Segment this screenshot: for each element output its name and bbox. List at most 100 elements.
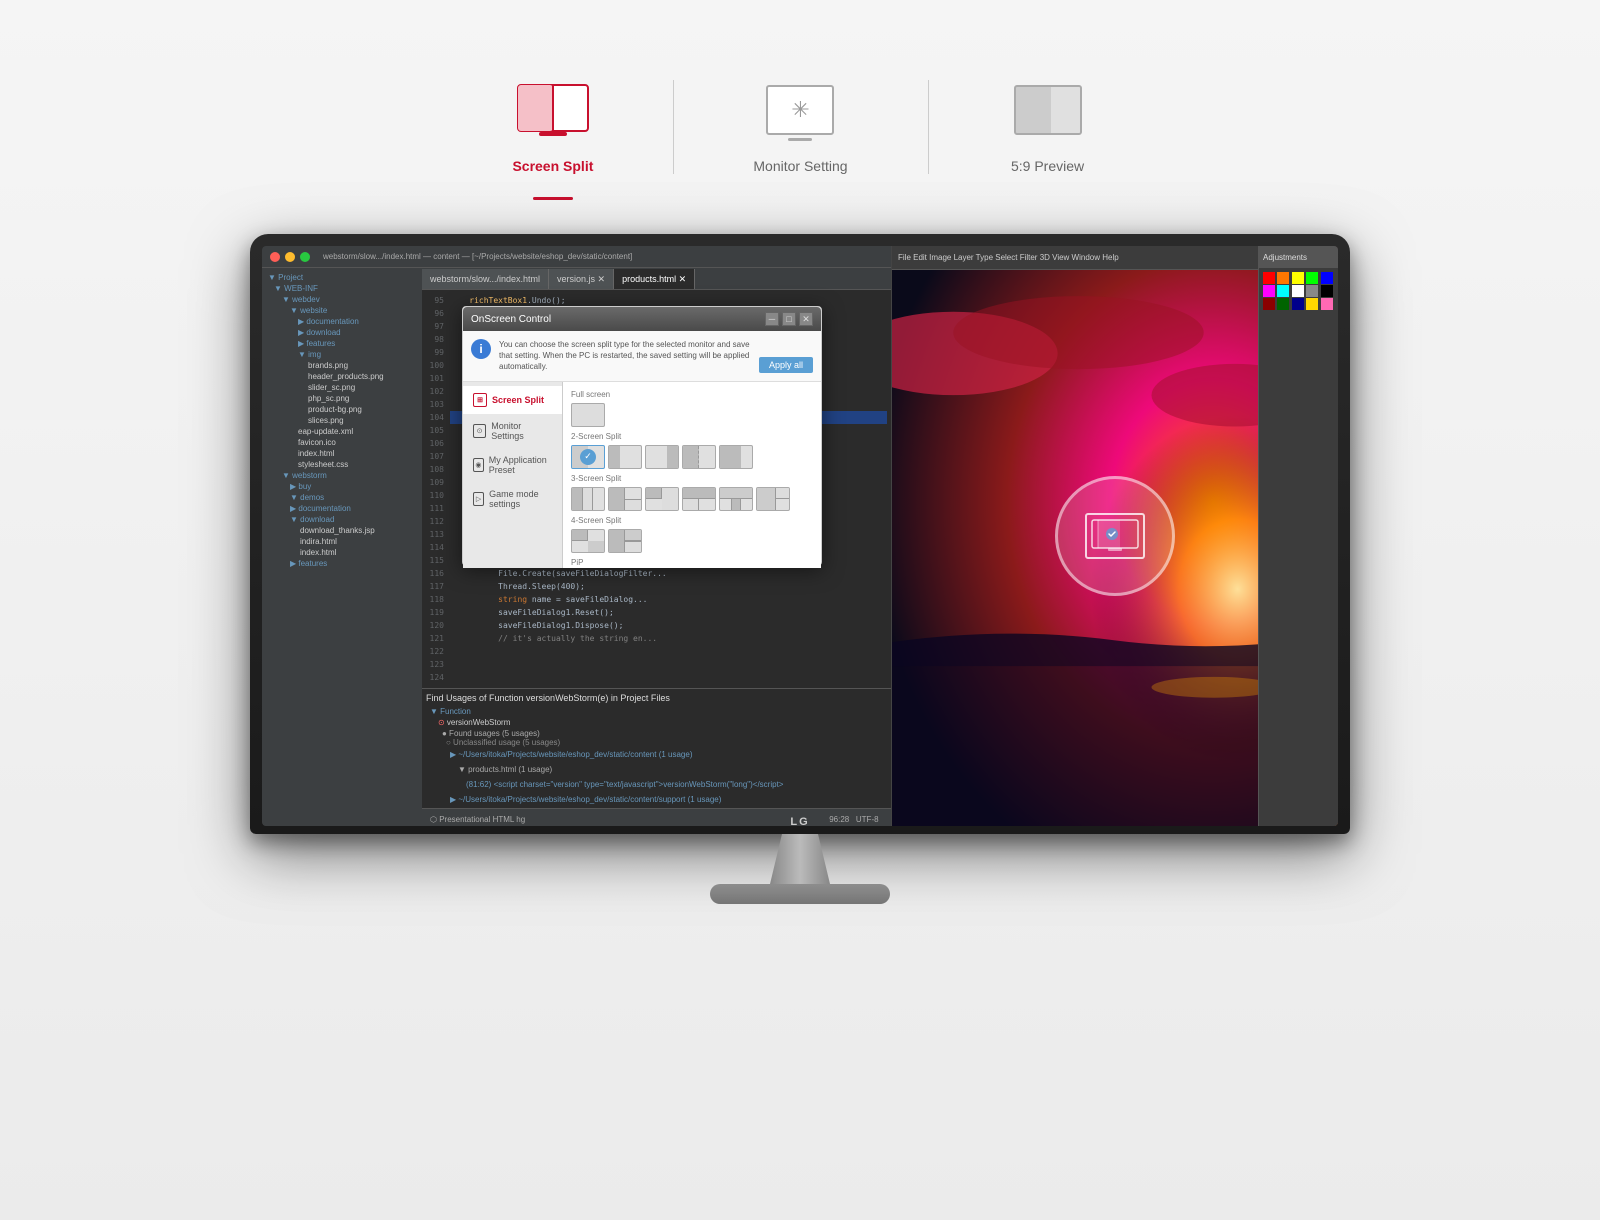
color-swatch[interactable] [1277,272,1289,284]
color-swatch[interactable] [1306,285,1318,297]
search-result-item: ▼ products.html (1 usage) [426,762,887,777]
color-swatch[interactable] [1321,272,1333,284]
file-tree-item[interactable]: index.html [266,448,418,459]
window-close-btn[interactable] [270,252,280,262]
split-2-thumb-5[interactable] [719,445,753,469]
dialog-menu-label: My Application Preset [489,455,552,475]
file-tree-item[interactable]: ▶ documentation [266,316,418,327]
dialog-close-btn[interactable]: ✕ [799,312,813,326]
split-4-thumb-1[interactable] [571,529,605,553]
app-preset-menu-icon: ◉ [473,458,484,472]
file-tree-item[interactable]: header_products.png [266,371,418,382]
search-function: ▼ Function [426,707,887,716]
split-2-thumb-4[interactable] [682,445,716,469]
color-swatch[interactable] [1277,298,1289,310]
file-tree-item[interactable]: stylesheet.css [266,459,418,470]
split-2-label: 2-Screen Split [571,432,813,441]
file-tree-item[interactable]: ▼ webdev [266,294,418,305]
color-swatch[interactable] [1292,298,1304,310]
split-2-thumb-1[interactable]: ✓ [571,445,605,469]
file-tree-item[interactable]: ▼ website [266,305,418,316]
split-3-thumb-2[interactable] [608,487,642,511]
code-line: saveFileDialog1.Dispose(); [450,619,887,632]
file-tree-item[interactable]: indira.html [266,536,418,547]
tab-preview[interactable]: 5:9 Preview [928,60,1168,194]
split-3-thumb-4[interactable] [682,487,716,511]
file-tree-item[interactable]: ▼ WEB-INF [266,283,418,294]
split-3-thumb-5[interactable] [719,487,753,511]
color-swatch[interactable] [1263,272,1275,284]
dialog-minimize-btn[interactable]: ─ [765,312,779,326]
file-tree-item[interactable]: download_thanks.jsp [266,525,418,536]
monitor-screen: webstorm/slow.../index.html — content — … [262,246,1338,826]
window-maximize-btn[interactable] [300,252,310,262]
code-tab-version[interactable]: version.js ✕ [549,269,614,289]
file-tree-item[interactable]: brands.png [266,360,418,371]
dialog-menu-app-preset[interactable]: ◉ My Application Preset [463,448,562,482]
file-tree-item[interactable]: product-bg.png [266,404,418,415]
split-4-options [571,529,813,553]
dialog-titlebar: OnScreen Control ─ □ ✕ [463,307,821,331]
search-result-item: ▶ ~/Users/itoka/Projects/website/eshop_d… [426,747,887,762]
split-3-thumb-6[interactable] [756,487,790,511]
full-screen-label: Full screen [571,390,813,399]
split-3-thumb-1[interactable] [571,487,605,511]
monitor-stand-neck [770,834,830,884]
full-screen-thumb[interactable] [571,403,605,427]
screen-split-icon-wrapper [513,80,593,140]
full-screen-options [571,403,813,427]
color-swatch[interactable] [1306,298,1318,310]
tab-monitor-setting[interactable]: ✳ Monitor Setting [673,60,927,194]
file-tree: ▼ Project ▼ WEB-INF ▼ webdev ▼ website ▶… [262,268,422,826]
color-swatch[interactable] [1292,285,1304,297]
split-3-thumb-3[interactable] [645,487,679,511]
ps-menu: File Edit Image Layer Type Select Filter… [898,253,1119,262]
file-tree-item[interactable]: ▼ img [266,349,418,360]
dialog-menu-screen-split[interactable]: ⊞ Screen Split [463,386,562,414]
dialog-menu-game-mode[interactable]: ▷ Game mode settings [463,482,562,516]
color-swatch[interactable] [1263,298,1275,310]
file-tree-item[interactable]: php_sc.png [266,393,418,404]
file-tree-item[interactable]: ▶ download [266,327,418,338]
file-tree-item[interactable]: ▼ download [266,514,418,525]
color-swatch[interactable] [1306,272,1318,284]
code-line: string name = saveFileDialog... [450,593,887,606]
color-swatch[interactable] [1321,298,1333,310]
file-tree-item[interactable]: favicon.ico [266,437,418,448]
dialog-maximize-btn[interactable]: □ [782,312,796,326]
file-tree-item[interactable]: ▼ demos [266,492,418,503]
asterisk-icon: ✳ [791,97,809,123]
code-tab-index[interactable]: webstorm/slow.../index.html [422,269,549,289]
dialog-menu-monitor-settings[interactable]: ⊙ Monitor Settings [463,414,562,448]
color-swatch[interactable] [1263,285,1275,297]
file-tree-item[interactable]: slices.png [266,415,418,426]
file-tree-item[interactable]: ▶ features [266,558,418,569]
file-tree-item[interactable]: eap-update.xml [266,426,418,437]
preview-label: 5:9 Preview [1011,158,1084,174]
code-tab-products[interactable]: products.html ✕ [614,269,695,289]
monitor-setting-label: Monitor Setting [753,158,847,174]
apply-all-button[interactable]: Apply all [759,357,813,373]
split-2-thumb-3[interactable] [645,445,679,469]
file-tree-item[interactable]: slider_sc.png [266,382,418,393]
color-swatch[interactable] [1292,272,1304,284]
file-tree-item[interactable]: ▶ buy [266,481,418,492]
search-results-panel: Find Usages of Function versionWebStorm(… [422,688,891,808]
code-line: Thread.Sleep(400); [450,580,887,593]
tab-screen-split[interactable]: Screen Split [432,60,673,194]
file-tree-item[interactable]: ▶ documentation [266,503,418,514]
file-tree-item[interactable]: ▼ Project [266,272,418,283]
file-tree-item[interactable]: index.html [266,547,418,558]
color-swatch[interactable] [1321,285,1333,297]
color-swatch[interactable] [1277,285,1289,297]
file-tree-item[interactable]: ▼ webstorm [266,470,418,481]
search-label: Find Usages of Function versionWebStorm(… [426,693,670,703]
split-4-thumb-2[interactable] [608,529,642,553]
ide-status-left: ⬡ Presentational HTML hg [430,815,525,824]
split-2-thumb-2[interactable] [608,445,642,469]
window-minimize-btn[interactable] [285,252,295,262]
file-tree-item[interactable]: ▶ features [266,338,418,349]
search-header: Find Usages of Function versionWebStorm(… [426,693,887,703]
photo-tools-header: Adjustments [1259,246,1338,268]
lg-logo: LG [790,816,809,828]
